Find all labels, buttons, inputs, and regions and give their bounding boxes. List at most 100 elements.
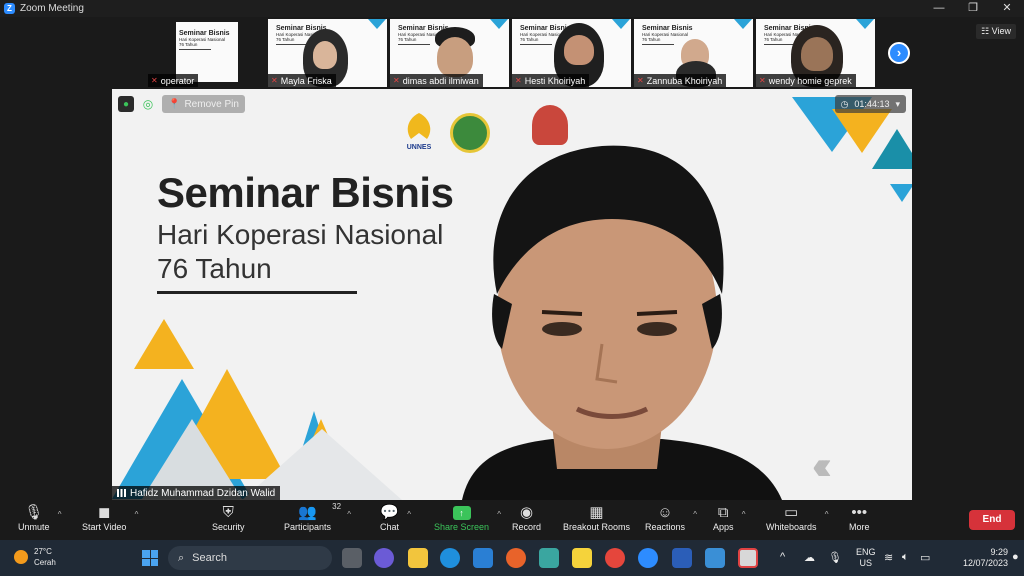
taskbar-search[interactable]: ⌕ Search [168,546,332,570]
mic-muted-icon: ✕ [151,76,158,85]
minimize-button[interactable]: — [922,0,956,17]
battery-icon[interactable]: ▭ [920,551,930,564]
gallery-strip: Seminar Bisnis Hari Koperasi Nasional 76… [0,17,1024,88]
record-button[interactable]: ◉ Record [512,504,541,532]
notification-icon[interactable]: ● [1012,551,1019,563]
participants-count: 32 [332,502,342,511]
photos-icon[interactable] [705,548,725,568]
participant-name-tag: ✕ Mayla Friska [268,74,336,87]
participant-name-tag: ✕ Zannuba Khoiriyah [634,74,727,87]
view-button[interactable]: ☷ View [976,24,1016,39]
calculator-icon[interactable] [539,548,559,568]
shield-icon: ⛨ [222,504,234,521]
microphone-icon[interactable]: 🎙︎ [828,551,842,564]
speaker-name-tag: Hafidz Muhammad Dzidan Walid [112,486,281,500]
maximize-button[interactable]: ❐ [956,0,990,17]
participant-name-tag: ✕ dimas abdi ilmiwan [390,74,483,87]
sticky-notes-icon[interactable] [572,548,592,568]
chat-button[interactable]: 💬 Chat ^ [380,504,411,532]
chevron-up-icon[interactable]: ^ [135,510,139,519]
breakout-rooms-icon: ▦ [589,504,604,521]
mic-muted-icon: ✕ [393,76,400,85]
chevron-up-icon[interactable]: ^ [742,510,746,519]
mic-muted-icon: ✕ [637,76,644,85]
windows-taskbar: 27°C Cerah ⌕ Search ^ ☁ 🎙︎ ENG US ≋ 🔈︎ ▭… [0,540,1024,576]
chevron-right-icon: › [896,45,902,60]
file-explorer-icon[interactable] [408,548,428,568]
camera-off-icon: ◼︎ [97,504,111,521]
end-meeting-button[interactable]: End [969,510,1015,530]
zoom-logo-icon: Z [4,3,15,14]
chevron-up-icon[interactable]: ^ [58,510,62,519]
main-video: Seminar Bisnis Hari Koperasi Nasional 76… [112,89,912,500]
edge-icon[interactable] [440,548,460,568]
reactions-icon: ☺ [657,504,673,521]
participants-icon: 👥 [298,504,317,521]
language-indicator[interactable]: ENG US [856,547,876,569]
chrome-icon[interactable] [605,548,625,568]
mail-icon[interactable] [473,548,493,568]
chevron-up-icon[interactable]: ^ [825,510,829,519]
mic-muted-icon: ✕ [271,76,278,85]
clock-icon: ◷ [840,98,849,109]
share-screen-icon: ↑ [452,506,471,520]
volume-icon[interactable]: 🔈︎ [902,551,909,564]
snipping-tool-icon[interactable] [738,548,758,568]
teams-chat-icon[interactable] [374,548,394,568]
more-button[interactable]: ••• More [849,504,870,532]
taskbar-clock[interactable]: 9:29 12/07/2023 [944,547,1008,569]
cloud-icon[interactable]: ☁ [804,551,815,564]
participant-tile-hesti[interactable]: Seminar Bisnis Hari Koperasi Nasional 76 T… [512,19,631,87]
more-icon: ••• [851,504,868,521]
search-icon: ⌕ [178,551,185,564]
chevron-up-icon[interactable]: ^ [347,510,351,519]
apps-button[interactable]: ⧉ Apps ^ [713,504,746,532]
chevron-up-icon[interactable]: ^ [407,510,411,519]
chat-icon: 💬 [380,504,399,521]
task-view-icon[interactable] [342,548,362,568]
remove-pin-button[interactable]: 📍 Remove Pin [162,95,245,113]
connection-icon: ◎ [142,97,154,111]
window-title: Zoom Meeting [20,3,84,14]
breakout-rooms-button[interactable]: ▦ Breakout Rooms [563,504,630,532]
chevron-up-icon[interactable]: ^ [693,510,697,519]
title-bar: Z Zoom Meeting — ❐ ✕ [0,0,1024,17]
word-icon[interactable] [672,548,692,568]
firefox-icon[interactable] [506,548,526,568]
pin-icon: 📍 [168,98,181,110]
share-screen-button[interactable]: ↑ Share Screen ^ [434,504,501,532]
mic-muted-icon: ✕ [759,76,766,85]
chevron-down-icon: ▾ [895,98,900,109]
whiteboards-button[interactable]: ▭ Whiteboards ^ [766,504,829,532]
sun-icon [14,550,28,564]
weather-widget[interactable]: 27°C Cerah [14,546,56,568]
participant-tile-mayla[interactable]: Seminar Bisnis Hari Koperasi Nasional 76 T… [268,19,387,87]
next-page-button[interactable]: › [888,42,910,64]
record-icon: ◉ [519,504,534,521]
chevron-up-icon[interactable]: ^ [497,510,501,519]
security-button[interactable]: ⛨ Security [212,504,245,532]
whiteboard-icon: ▭ [784,504,799,521]
reactions-button[interactable]: ☺ Reactions ^ [645,504,697,532]
participant-tile-wendy[interactable]: Seminar Bisnis Hari Koperasi Nasional 76 T… [756,19,875,87]
chevron-up-icon[interactable]: ^ [780,551,785,563]
participant-name-tag: ✕ wendy homie geprek [756,74,856,87]
participant-tile-dimas[interactable]: Seminar Bisnis Hari Koperasi Nasional 76 T… [390,19,509,87]
zoom-taskbar-icon[interactable] [638,548,658,568]
apps-icon: ⧉ [717,504,729,521]
unmute-button[interactable]: 🎙︎ Unmute ^ [18,504,62,532]
meeting-timer[interactable]: ◷ 01:44:13 ▾ [834,95,906,113]
close-button[interactable]: ✕ [990,0,1024,17]
participants-button[interactable]: 👥 32 Participants ^ [284,502,351,532]
participant-name-tag: ✕ Hesti Khoiriyah [512,74,590,87]
slide-decoration [368,19,386,29]
security-shield-icon: ● [118,96,134,112]
meeting-toolbar: 🎙︎ Unmute ^ ◼︎ Start Video ^ ⛨ Security … [0,500,1024,540]
audio-level-icon [117,489,126,497]
windows-start-icon[interactable] [142,550,158,566]
mic-muted-icon: ✕ [515,76,522,85]
wifi-icon[interactable]: ≋ [884,551,893,564]
start-video-button[interactable]: ◼︎ Start Video ^ [82,504,138,532]
participant-tile-operator[interactable]: Seminar Bisnis Hari Koperasi Nasional 76… [148,19,267,87]
participant-tile-zannuba[interactable]: Seminar Bisnis Hari Koperasi Nasional 76 T… [634,19,753,87]
